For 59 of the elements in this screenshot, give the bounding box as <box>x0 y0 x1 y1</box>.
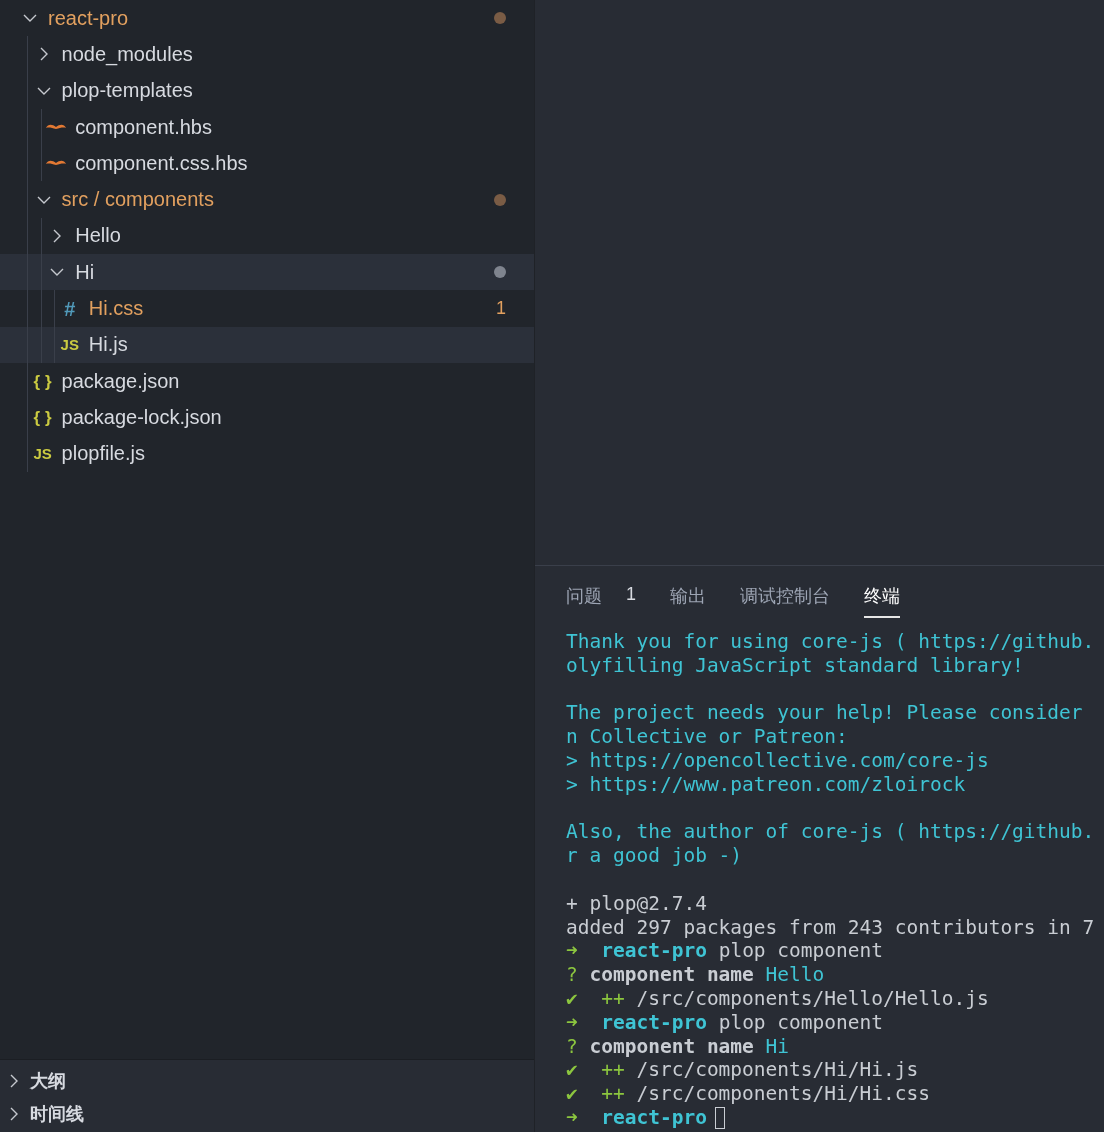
json-file-icon: { } <box>33 408 52 426</box>
tree-item[interactable]: # Hi.css 1 <box>0 290 534 327</box>
terminal-cursor <box>714 1107 725 1130</box>
tree-item[interactable]: { } package-lock.json <box>0 399 534 436</box>
terminal-line: The project needs your help! Please consider <box>566 701 1084 726</box>
file-name: component.css.hbs <box>75 151 248 175</box>
tree-item[interactable]: node_modules <box>0 36 534 73</box>
tree-item[interactable]: component.css.hbs <box>0 145 534 182</box>
terminal-line: ? component name Hi <box>566 1034 791 1059</box>
tree-item[interactable]: react-pro <box>0 0 534 37</box>
section-header[interactable]: 大纲 <box>0 1064 534 1097</box>
section-header[interactable]: 时间线 <box>0 1097 534 1130</box>
terminal-line: ? component name Hello <box>566 963 826 987</box>
terminal-line: Thank you for using core-js ( https://github. <box>566 630 1096 654</box>
terminal-line: + plop@2.7.4 <box>566 891 708 916</box>
terminal-line: ➜ react-pro plop component <box>566 1010 884 1035</box>
file-name: src / components <box>61 188 214 212</box>
js-file-icon: JS <box>60 337 79 353</box>
js-file-icon: JS <box>33 446 52 462</box>
terminal-line: olyfilling JavaScript standard library! <box>566 653 1025 678</box>
terminal-line: r a good job -) <box>566 844 744 868</box>
tree-item[interactable]: JS Hi.js <box>0 326 534 363</box>
tree-item[interactable]: component.hbs <box>0 108 534 146</box>
file-name: react-pro <box>48 6 129 30</box>
json-file-icon: { } <box>33 372 52 390</box>
file-name: Hello <box>75 224 121 248</box>
problem-count: 1 <box>496 298 506 319</box>
tree-item[interactable]: Hello <box>0 217 534 255</box>
file-name: Hi.js <box>88 333 128 357</box>
terminal-line: Also, the author of core-js ( https://github. <box>566 820 1096 845</box>
tree-item[interactable]: { } package.json <box>0 362 534 400</box>
panel-tab[interactable]: 输出 <box>670 582 706 618</box>
tree-item[interactable]: JS plopfile.js <box>0 435 534 472</box>
file-name: Hi <box>75 260 95 284</box>
css-file-icon: # <box>64 298 76 319</box>
terminal-line: ➜ react-pro plop component <box>566 939 884 964</box>
section-title: 大纲 <box>30 1069 66 1093</box>
file-name: Hi.css <box>88 297 144 320</box>
tree-item[interactable]: src / components <box>0 181 534 218</box>
panel-tab[interactable]: 调试控制台 <box>740 582 830 618</box>
terminal-line: > https://opencollective.com/core-js <box>566 749 990 773</box>
terminal-line: ✔ ++ /src/components/Hi/Hi.css <box>566 1082 931 1106</box>
file-name: component.hbs <box>75 115 212 139</box>
file-name: plop-templates <box>61 79 193 103</box>
file-name: package.json <box>61 369 180 393</box>
terminal-line: > https://www.patreon.com/zloirock <box>566 772 967 797</box>
panel-tab[interactable]: 问题 1 <box>566 582 636 618</box>
terminal-line: n Collective or Patreon: <box>566 725 849 749</box>
terminal-line: ✔ ++ /src/components/Hi/Hi.js <box>566 1058 920 1083</box>
terminal-line: added 297 packages from 243 contributors in 7 <box>566 915 1096 940</box>
file-name: plopfile.js <box>61 442 145 466</box>
terminal-line: ➜ react-pro <box>566 1105 1104 1130</box>
file-name: package-lock.json <box>61 405 222 429</box>
file-name: node_modules <box>61 42 193 66</box>
tree-item[interactable]: plop-templates <box>0 72 534 109</box>
terminal-line: ✔ ++ /src/components/Hello/Hello.js <box>566 986 990 1011</box>
tree-item[interactable]: Hi <box>0 254 534 291</box>
section-title: 时间线 <box>30 1102 84 1126</box>
panel-tab[interactable]: 终端 <box>864 582 900 618</box>
